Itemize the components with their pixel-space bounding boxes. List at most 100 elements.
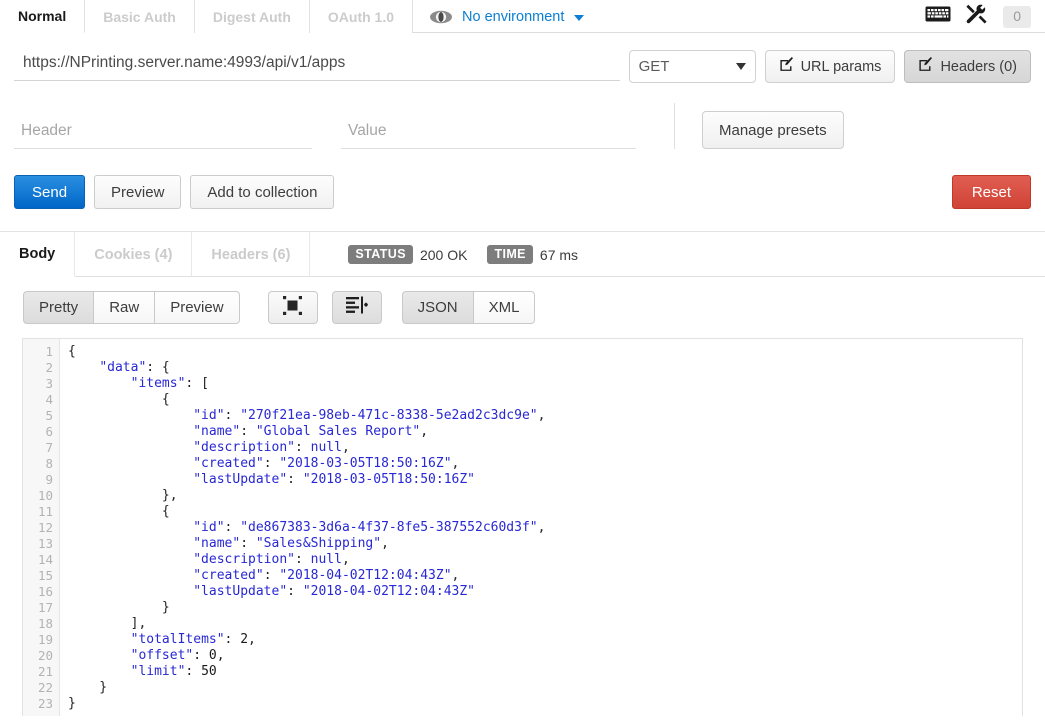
method-select-wrapper: GET	[628, 50, 756, 83]
time-badge: TIME	[487, 245, 533, 264]
response-tab-cookies[interactable]: Cookies (4)	[75, 232, 193, 277]
line-number: 19	[37, 632, 53, 647]
code-line: "description": null,	[193, 440, 350, 455]
send-button[interactable]: Send	[14, 175, 86, 209]
tab-digest-auth-label: Digest Auth	[212, 8, 291, 25]
code-line: {	[68, 504, 170, 519]
url-input[interactable]	[14, 50, 620, 81]
code-line: "lastUpdate": "2018-04-02T12:04:43Z"	[193, 584, 475, 599]
url-input-wrapper	[14, 50, 629, 81]
tab-normal[interactable]: Normal	[0, 0, 86, 33]
preview-button[interactable]: Preview	[94, 175, 182, 209]
viewer-toolbar: Pretty Raw Preview JSON XML	[0, 277, 1045, 338]
format-pretty-button[interactable]: Pretty	[23, 291, 94, 324]
content-type-xml-button[interactable]: XML	[472, 291, 536, 324]
line-number: 2	[45, 360, 53, 375]
auth-tabstrip: Normal Basic Auth Digest Auth OAuth 1.0 …	[0, 0, 1045, 33]
line-number-gutter: 1 2 3 4 5 6 7 8 9 10 11 12 13 14 15 16 17 18 19 20 21 22 23	[23, 339, 60, 716]
response-tab-headers-label: Headers (6)	[211, 246, 291, 263]
code-line: "id": "de867383-3d6a-4f37-8fe5-387552c60…	[193, 520, 546, 535]
wrap-lines-icon	[345, 296, 368, 319]
line-number: 7	[45, 440, 53, 455]
url-params-label: URL params	[800, 58, 882, 75]
manage-presets-button[interactable]: Manage presets	[702, 111, 844, 149]
format-preview-button[interactable]: Preview	[154, 291, 240, 324]
code-line: }	[68, 680, 108, 695]
format-raw-button[interactable]: Raw	[93, 291, 155, 324]
fullscreen-square-icon	[283, 295, 303, 320]
code-line: "created": "2018-03-05T18:50:16Z",	[193, 456, 460, 471]
tab-basic-auth-label: Basic Auth	[103, 8, 176, 25]
header-value-wrapper	[341, 120, 636, 149]
code-content: { "data": { "items": [ { "id": "270f21ea…	[60, 339, 1022, 716]
code-line: "lastUpdate": "2018-03-05T18:50:16Z"	[193, 472, 475, 487]
line-number: 22	[37, 680, 53, 695]
fullscreen-button[interactable]	[267, 291, 318, 324]
header-value-input[interactable]	[341, 120, 636, 149]
header-entry-row: Manage presets	[14, 103, 1031, 149]
edit-square-icon	[779, 57, 794, 76]
response-tabbar: Body Cookies (4) Headers (6) STATUS 200 …	[0, 232, 1045, 277]
method-select[interactable]: GET	[628, 50, 756, 83]
line-number: 5	[45, 408, 53, 423]
line-number: 13	[37, 536, 53, 551]
counter-badge[interactable]: 0	[1003, 5, 1031, 28]
environment-selector[interactable]: No environment	[413, 0, 598, 33]
vertical-divider	[674, 103, 675, 149]
tab-digest-auth[interactable]: Digest Auth	[194, 0, 310, 33]
url-params-button[interactable]: URL params	[764, 50, 896, 83]
code-line: "limit": 50	[130, 664, 217, 679]
time-value: 67 ms	[539, 246, 579, 263]
response-body-viewer[interactable]: 1 2 3 4 5 6 7 8 9 10 11 12 13 14 15 16 17 18 19 20 21 22 23 { …	[22, 338, 1023, 716]
code-line: "created": "2018-04-02T12:04:43Z",	[193, 568, 460, 583]
code-line: "id": "270f21ea-98eb-471c-8338-5e2ad2c3d…	[193, 408, 546, 423]
line-number: 9	[45, 472, 53, 487]
wrap-lines-button[interactable]	[331, 291, 382, 324]
format-button-group: Pretty Raw Preview	[23, 291, 240, 324]
tools-icon[interactable]	[966, 4, 988, 29]
line-number: 20	[37, 648, 53, 663]
code-line: "description": null,	[193, 552, 350, 567]
line-number: 10	[37, 488, 53, 503]
manage-presets-label: Manage presets	[719, 121, 827, 139]
tab-normal-label: Normal	[18, 8, 67, 24]
reset-button[interactable]: Reset	[951, 175, 1031, 209]
code-line: "name": "Sales&Shipping",	[193, 536, 389, 551]
line-number: 14	[37, 552, 53, 567]
environment-label: No environment	[462, 8, 565, 25]
response-tab-cookies-label: Cookies (4)	[94, 246, 173, 263]
code-line: "totalItems": 2,	[130, 632, 256, 647]
headers-button-label: Headers (0)	[940, 58, 1017, 75]
code-line: "data": {	[99, 360, 170, 375]
code-line: }	[68, 600, 170, 615]
topbar-actions: 0	[925, 0, 1031, 33]
response-tab-body[interactable]: Body	[0, 232, 76, 277]
line-number: 23	[37, 696, 53, 711]
code-line: {	[68, 392, 170, 407]
headers-button[interactable]: Headers (0)	[904, 50, 1031, 83]
line-number: 16	[37, 584, 53, 599]
content-type-json-button[interactable]: JSON	[401, 291, 473, 324]
line-number: 18	[37, 616, 53, 631]
tab-basic-auth[interactable]: Basic Auth	[85, 0, 195, 33]
eye-icon	[429, 9, 453, 25]
line-number: 17	[37, 600, 53, 615]
tab-oauth-1[interactable]: OAuth 1.0	[309, 0, 414, 33]
code-line: "items": [	[130, 376, 209, 391]
add-to-collection-button[interactable]: Add to collection	[190, 175, 335, 209]
line-number: 15	[37, 568, 53, 583]
code-line: "name": "Global Sales Report",	[193, 424, 429, 439]
header-name-input[interactable]	[14, 120, 312, 149]
chevron-down-icon	[735, 63, 746, 70]
response-tab-headers[interactable]: Headers (6)	[192, 232, 311, 277]
request-panel: GET URL params Headers (0)	[0, 33, 1045, 231]
keyboard-icon[interactable]	[925, 5, 951, 28]
line-number: 8	[45, 456, 53, 471]
line-number: 11	[37, 504, 53, 519]
code-line: {	[68, 344, 76, 359]
response-tab-body-label: Body	[19, 246, 56, 262]
edit-square-icon	[918, 57, 933, 76]
code-line: ],	[68, 616, 147, 631]
action-row: Send Preview Add to collection Reset	[14, 175, 1031, 231]
line-number: 21	[37, 664, 53, 679]
